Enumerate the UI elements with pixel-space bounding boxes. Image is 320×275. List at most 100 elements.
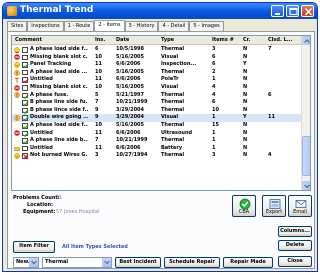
tab-route[interactable]: 1 - Route — [63, 21, 95, 31]
table-row[interactable]: A phase line side b... 7 10/21/1999 Thermal… — [12, 137, 302, 145]
table-row[interactable]: Not burned Wires G... 3 10/27/1994 Thermal 3… — [12, 152, 302, 160]
cell-comment: A phase load side ... — [30, 68, 88, 75]
column-header-comment[interactable]: Comment — [15, 37, 42, 43]
cell-comment: Untitled — [30, 144, 53, 151]
items-grid[interactable]: Comment Ins. Date Type Items # Cr. Clsd.… — [11, 35, 311, 191]
cell-items: 6 — [212, 53, 216, 60]
cell-type: Thermal — [161, 68, 185, 75]
cell-date: 6/6/2006 — [116, 144, 141, 151]
row-checkbox[interactable] — [22, 123, 29, 130]
stop-sign-icon — [14, 54, 20, 61]
table-row[interactable]: Panel Tracking 11 6/6/2006 Inspection... 6 Y — [12, 61, 302, 69]
tab-history[interactable]: 3 - History — [124, 21, 159, 31]
row-checkbox[interactable] — [22, 100, 29, 107]
item-type-select[interactable]: Thermal — [42, 257, 112, 268]
equipment-label: Equipment: — [23, 209, 56, 215]
column-header-date[interactable]: Date — [116, 37, 129, 43]
table-row[interactable]: Double wire going ... 9 3/29/2004 Visual 1 Y 1… — [12, 114, 302, 122]
new-dropdown-arrow[interactable] — [29, 258, 38, 267]
maximize-button[interactable] — [286, 5, 299, 17]
cell-ins: 11 — [95, 61, 102, 68]
table-row[interactable]: B phase lince side f... 9 3/29/2004 Thermal… — [12, 107, 302, 115]
cell-date: 5/16/2005 — [116, 68, 145, 75]
table-row[interactable]: Untitled 11 6/6/2006 Ultrasound 1 N — [12, 130, 302, 138]
close-dialog-button[interactable]: Close — [278, 256, 312, 267]
row-checkbox[interactable] — [22, 54, 28, 61]
tab-inspections[interactable]: Inspections — [27, 21, 64, 31]
scroll-up-arrow[interactable] — [302, 36, 310, 45]
item-filter-status: All Item Types Selected — [62, 244, 128, 250]
cell-date: 3/29/2004 — [116, 106, 145, 113]
battery-icon — [14, 146, 20, 151]
cell-closed: 11 — [268, 114, 275, 121]
scroll-thumb[interactable] — [302, 136, 310, 176]
table-row[interactable]: A phase load side f... 10 5/16/2005 Thermal… — [12, 122, 302, 130]
cell-cr: N — [243, 76, 248, 83]
cba-button[interactable]: CBA — [232, 195, 256, 217]
grid-scrollbar[interactable] — [301, 36, 310, 190]
cell-closed: 6 — [268, 91, 272, 98]
row-checkbox[interactable] — [22, 85, 28, 91]
repair-made-button[interactable]: Repair Made — [223, 257, 273, 268]
table-row[interactable]: A phase load side ... 10 5/16/2005 Thermal 2… — [12, 69, 302, 77]
cell-ins: 5 — [95, 91, 99, 98]
item-type-arrow[interactable] — [102, 258, 111, 267]
table-row[interactable]: A phase load side f... 6 10/5/1998 Thermal 3… — [12, 46, 302, 54]
row-checkbox[interactable] — [22, 153, 29, 160]
table-row[interactable]: A phase fuse. 5 5/21/1997 Thermal 4 N 6 — [12, 92, 302, 100]
best-incident-button[interactable]: Best Incident — [115, 257, 161, 268]
person-smile-icon — [14, 62, 20, 68]
cell-cr: N — [243, 122, 248, 128]
grid-header: Comment Ins. Date Type Items # Cr. Clsd.… — [12, 36, 310, 45]
column-header-cr[interactable]: Cr. — [243, 37, 250, 43]
row-checkbox[interactable] — [22, 62, 29, 69]
row-checkbox[interactable] — [22, 130, 29, 137]
cell-comment: A phase load side f... — [30, 122, 88, 128]
item-filter-button[interactable]: Item Filter — [13, 241, 55, 253]
table-row[interactable]: B phase line side fu... 7 10/21/1999 Therma… — [12, 99, 302, 107]
row-checkbox[interactable] — [22, 145, 28, 152]
row-checkbox[interactable] — [22, 115, 29, 122]
email-button[interactable]: Email — [288, 195, 312, 217]
table-row[interactable]: Untitled 11 6/6/2006 Battery 1 N — [12, 145, 302, 153]
column-header-type[interactable]: Type — [161, 37, 174, 43]
problems-count-label: Problems Count: — [13, 195, 60, 201]
new-dropdown[interactable]: New... — [13, 257, 39, 268]
cell-type: Ultrasound — [161, 129, 193, 136]
tab-sites[interactable]: Sites — [7, 21, 28, 31]
minimize-button[interactable] — [271, 5, 284, 17]
cell-ins: 11 — [95, 76, 102, 83]
cell-items: 1 — [212, 114, 216, 121]
tab-images[interactable]: 5 - Images — [189, 21, 224, 31]
row-checkbox[interactable] — [22, 92, 29, 99]
scroll-down-arrow[interactable] — [302, 181, 310, 190]
table-row[interactable]: Untitled 11 6/6/2006 PoleTr 1 N — [12, 76, 302, 84]
cell-date: 5/16/2005 — [116, 84, 145, 90]
cell-comment: A phase line side b... — [30, 137, 88, 144]
cell-items: 4 — [212, 91, 216, 98]
column-header-ins[interactable]: Ins. — [95, 37, 105, 43]
row-checkbox[interactable] — [22, 47, 28, 53]
close-button[interactable] — [301, 5, 314, 17]
delete-button[interactable]: Delete — [278, 240, 312, 251]
title-bar[interactable]: Thermal Trend — [3, 3, 317, 19]
row-checkbox[interactable] — [22, 69, 28, 76]
column-header-closed[interactable]: Clsd. L... — [268, 37, 292, 43]
export-button[interactable]: Export — [262, 195, 286, 217]
cell-ins: 7 — [95, 99, 99, 106]
cell-items: 4 — [212, 84, 216, 90]
table-row[interactable]: Missing blank slot c... 10 5/16/2005 Visual… — [12, 84, 302, 92]
tab-detail[interactable]: 4 - Detail — [158, 21, 190, 31]
cell-type: Visual — [161, 53, 179, 60]
row-checkbox[interactable] — [22, 107, 29, 114]
column-header-items[interactable]: Items # — [212, 37, 234, 43]
tab-items[interactable]: 2 - Items — [94, 20, 125, 31]
columns-button[interactable]: Columns... — [278, 226, 312, 237]
table-row[interactable]: Missing blank slot c... 10 5/16/2005 Visual… — [12, 54, 302, 62]
schedule-repair-button[interactable]: Schedule Repair — [164, 257, 220, 268]
cell-type: Thermal — [161, 99, 185, 106]
row-checkbox[interactable] — [22, 77, 29, 84]
row-checkbox[interactable] — [22, 138, 29, 145]
person-smile-icon — [14, 153, 20, 160]
cell-items: 6 — [212, 61, 216, 68]
